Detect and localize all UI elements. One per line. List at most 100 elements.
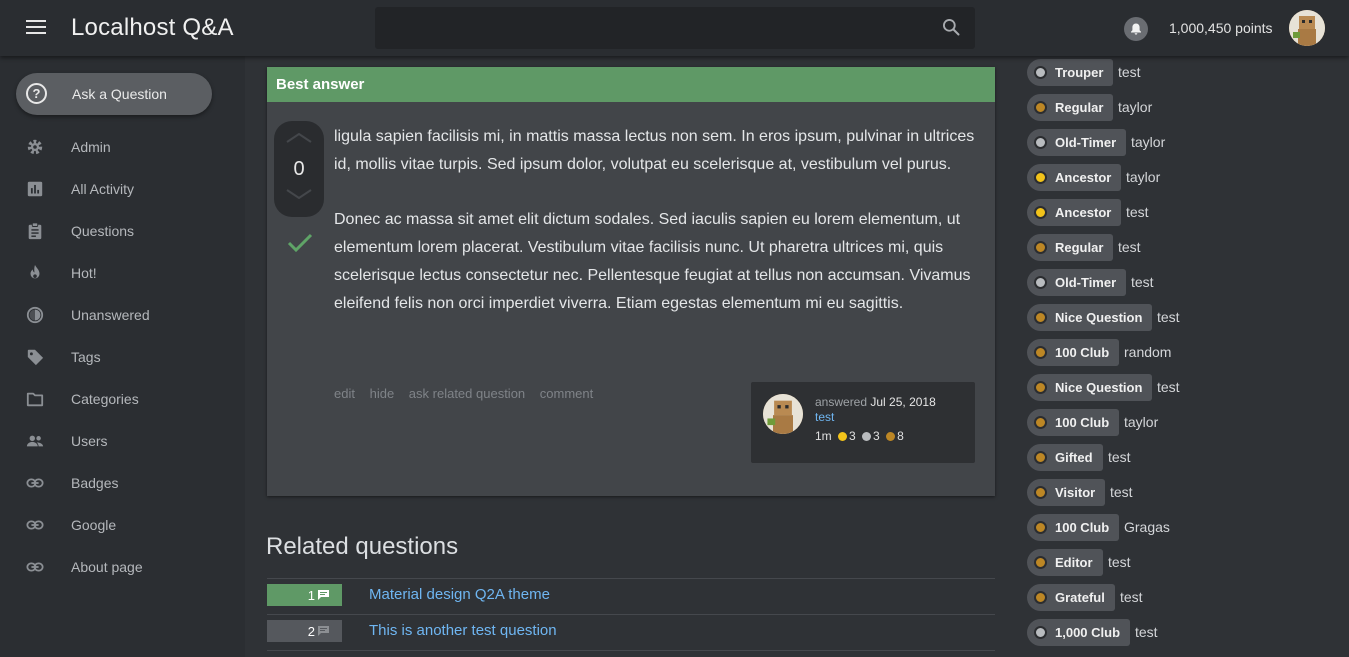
badge-name: Old-Timer [1055, 275, 1117, 290]
badge-name: Trouper [1055, 65, 1104, 80]
badge-user-link[interactable]: Gragas [1124, 519, 1170, 535]
badge-name: 100 Club [1055, 345, 1110, 360]
badge-name: Regular [1055, 240, 1104, 255]
badge-pill[interactable]: Ancestor [1027, 164, 1122, 191]
app-title[interactable]: Localhost Q&A [71, 14, 234, 42]
badge-user-link[interactable]: taylor [1118, 99, 1152, 115]
related-question-row[interactable]: 2 This is another test question [267, 617, 995, 647]
sidebar-item-categories[interactable]: Categories [0, 378, 245, 420]
sidebar-item-hot[interactable]: Hot! [0, 252, 245, 294]
sidebar-item-tags[interactable]: Tags [0, 336, 245, 378]
answerer-avatar[interactable] [763, 394, 803, 434]
vote-down-icon[interactable] [286, 189, 312, 199]
search-input[interactable] [375, 7, 975, 49]
best-answer-check-icon[interactable] [287, 232, 313, 254]
hide-link[interactable]: hide [370, 386, 395, 401]
related-question-link[interactable]: Material design Q2A theme [369, 586, 550, 603]
sidebar-item-label: Google [71, 517, 117, 533]
badge-pill[interactable]: Visitor [1027, 479, 1106, 506]
flame-icon [30, 264, 40, 279]
divider [267, 578, 995, 579]
badge-pill[interactable]: Grateful [1027, 584, 1115, 611]
badge-pill[interactable]: Nice Question [1027, 374, 1153, 401]
badge-pill[interactable]: Regular [1027, 234, 1114, 261]
sidebar: ? Ask a Question Admin All Activity Ques… [0, 56, 245, 657]
answered-line: answered Jul 25, 2018 [815, 395, 936, 409]
badge-user-link[interactable]: test [1118, 64, 1141, 80]
ask-related-question-link[interactable]: ask related question [409, 386, 525, 401]
badge-user-link[interactable]: taylor [1131, 134, 1165, 150]
sidebar-item-unanswered[interactable]: Unanswered [0, 294, 245, 336]
badge-pill[interactable]: Regular [1027, 94, 1114, 121]
badge-name: 100 Club [1055, 415, 1110, 430]
sidebar-item-about-page[interactable]: About page [0, 546, 245, 588]
badge-user-link[interactable]: taylor [1124, 414, 1158, 430]
badge-pill[interactable]: Old-Timer [1027, 129, 1127, 156]
gold-count: 3 [849, 429, 856, 443]
vote-up-icon[interactable] [286, 133, 312, 143]
badge-user-link[interactable]: taylor [1126, 169, 1160, 185]
gold-medal-icon [1034, 206, 1047, 219]
clipboard-icon [28, 222, 42, 240]
sidebar-item-badges[interactable]: Badges [0, 462, 245, 504]
badge-pill[interactable]: Editor [1027, 549, 1103, 576]
vote-count: 0 [293, 158, 305, 180]
answer-count-box: 1 [267, 584, 342, 606]
notifications-bell-icon[interactable] [1124, 17, 1148, 41]
user-avatar[interactable] [1289, 10, 1325, 46]
badge-name: Ancestor [1055, 205, 1112, 220]
answerer-name-link[interactable]: test [815, 410, 834, 424]
best-answer-card: Best answer 0 ligula sapien facilisis mi… [267, 67, 995, 496]
badge-name: Editor [1055, 555, 1093, 570]
sidebar-item-users[interactable]: Users [0, 420, 245, 462]
activity-chart-icon [27, 181, 43, 197]
badge-user-link[interactable]: test [1108, 554, 1131, 570]
badge-pill[interactable]: 100 Club [1027, 409, 1120, 436]
badge-user-link[interactable]: test [1120, 589, 1143, 605]
badge-pill[interactable]: Ancestor [1027, 199, 1122, 226]
search-icon[interactable] [941, 17, 961, 37]
badge-name: 100 Club [1055, 520, 1110, 535]
help-circle-icon: ? [26, 83, 47, 104]
badge-pill[interactable]: 100 Club [1027, 339, 1120, 366]
badge-pill[interactable]: 1,000 Club [1027, 619, 1131, 646]
divider [267, 614, 995, 615]
badge-user-link[interactable]: random [1124, 344, 1171, 360]
sidebar-item-admin[interactable]: Admin [0, 126, 245, 168]
answered-label: answered [815, 395, 868, 409]
badge-pill[interactable]: Gifted [1027, 444, 1103, 471]
menu-icon[interactable] [26, 20, 46, 35]
badge-pill[interactable]: Old-Timer [1027, 269, 1127, 296]
gear-icon [27, 139, 43, 155]
badge-user-link[interactable]: test [1135, 624, 1158, 640]
badge-user-link[interactable]: test [1131, 274, 1154, 290]
answer-meta: answered Jul 25, 2018 test 1m 3 3 8 [751, 382, 975, 463]
related-question-row[interactable]: 1 Material design Q2A theme [267, 581, 995, 611]
badge-user-link[interactable]: test [1118, 239, 1141, 255]
badge-pill[interactable]: 100 Club [1027, 514, 1120, 541]
bronze-badge-dot [886, 432, 896, 441]
badge-user-link[interactable]: test [1110, 484, 1133, 500]
bronze-medal-icon [1034, 416, 1047, 429]
comment-link[interactable]: comment [540, 386, 593, 401]
badge-pill[interactable]: Nice Question [1027, 304, 1153, 331]
sidebar-item-google[interactable]: Google [0, 504, 245, 546]
gold-medal-icon [1034, 171, 1047, 184]
bronze-medal-icon [1034, 521, 1047, 534]
badge-user-link[interactable]: test [1157, 309, 1180, 325]
badge-pill[interactable]: Trouper [1027, 59, 1114, 86]
badge-name: Visitor [1055, 485, 1096, 500]
sidebar-item-all-activity[interactable]: All Activity [0, 168, 245, 210]
badge-user-link[interactable]: test [1157, 379, 1180, 395]
bronze-medal-icon [1034, 381, 1047, 394]
badge-user-link[interactable]: test [1108, 449, 1131, 465]
vote-widget: 0 [274, 121, 324, 217]
ask-question-button[interactable]: ? Ask a Question [16, 73, 212, 115]
folder-icon [26, 392, 44, 407]
badge-user-link[interactable]: test [1126, 204, 1149, 220]
comment-bubble-icon [318, 626, 329, 636]
related-question-link[interactable]: This is another test question [369, 622, 557, 639]
edit-link[interactable]: edit [334, 386, 355, 401]
bronze-medal-icon [1034, 241, 1047, 254]
sidebar-item-questions[interactable]: Questions [0, 210, 245, 252]
